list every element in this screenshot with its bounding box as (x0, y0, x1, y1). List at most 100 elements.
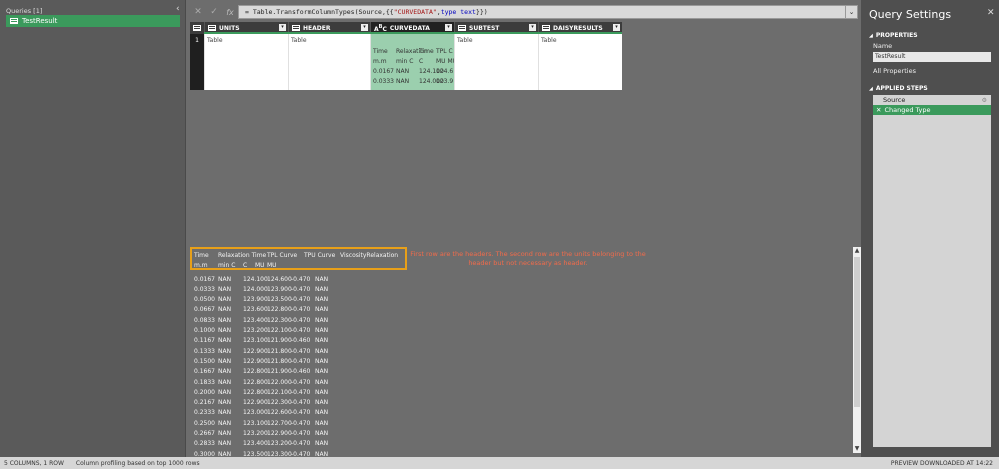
preview-cell: NAN (315, 275, 329, 283)
scroll-down-icon[interactable]: ▼ (853, 445, 861, 453)
preview-cell: NAN (315, 399, 329, 407)
query-item-testresult[interactable]: TestResult (6, 15, 180, 27)
column-header-label: HEADER (303, 24, 331, 32)
preview-cell: NAN (218, 275, 232, 283)
preview-cell: 0.1500 (194, 357, 215, 365)
nested-cell: MU MU (436, 57, 454, 65)
column-dropdown-icon[interactable]: ▾ (279, 24, 286, 31)
step-changed-type[interactable]: ✕ Changed Type (873, 105, 991, 115)
preview-cell: NAN (315, 409, 329, 417)
step-source[interactable]: Source ⚙ (873, 95, 991, 105)
preview-row: 0.2333 NAN 123.000 122.600 -0.470 NAN (194, 408, 335, 418)
preview-cell: NAN (315, 306, 329, 314)
formula-input[interactable]: = Table.TransformColumnTypes(Source,{{"C… (238, 5, 846, 19)
cell-curvedata[interactable]: TimeRelaxationTimeTPL Cm.mmin CCMU MU0.0… (370, 34, 454, 90)
preview-cell: 123.400 (243, 316, 268, 324)
preview-row: 0.2667 NAN 123.200 122.900 -0.470 NAN (194, 429, 335, 439)
scroll-thumb[interactable] (854, 257, 860, 407)
preview-scrollbar[interactable]: ▲ ▼ (853, 247, 861, 453)
table-icon (10, 18, 18, 24)
preview-cell: 0.1667 (194, 368, 215, 376)
all-properties-link[interactable]: All Properties (873, 67, 916, 75)
preview-row: 0.1333 NAN 122.900 121.800 -0.470 NAN (194, 346, 335, 356)
preview-cell: NAN (315, 419, 329, 427)
preview-cell: 0.2000 (194, 388, 215, 396)
preview-cell: NAN (315, 316, 329, 324)
preview-cell: -0.470 (291, 409, 311, 417)
nested-cell: 124.100 (419, 67, 444, 75)
preview-row: 0.2833 NAN 123.400 123.200 -0.470 NAN (194, 439, 335, 449)
preview-cell: 123.900 (267, 285, 292, 293)
column-dropdown-icon[interactable]: ▾ (529, 24, 536, 31)
nested-cell: Time (373, 47, 388, 55)
preview-cell: NAN (315, 430, 329, 437)
value-preview-pane: Time Relaxation Time TPL Curve TPU Curve Vis… (190, 245, 853, 458)
query-item-label: TestResult (22, 17, 58, 25)
nested-cell: Time (419, 47, 434, 55)
column-dropdown-icon[interactable]: ▾ (361, 24, 368, 31)
fx-icon[interactable]: fx (222, 8, 238, 17)
formula-suffix: }}) (475, 8, 488, 16)
preview-cell: NAN (315, 440, 329, 448)
column-header-label: CURVEDATA (389, 24, 430, 32)
annotation-line: First row are the headers. The second ro… (410, 250, 646, 258)
nested-cell: 123.9 (436, 77, 454, 85)
properties-section[interactable]: PROPERTIES (869, 32, 918, 39)
preview-cell: 124.600 (267, 275, 292, 283)
formula-keyword: type text (440, 8, 476, 16)
cell-units[interactable]: Table (204, 34, 288, 90)
column-dropdown-icon[interactable]: ▾ (613, 24, 620, 31)
formula-string: "CURVEDATA" (393, 8, 437, 16)
query-name-input[interactable]: TestResult (873, 52, 991, 62)
data-grid: UNITS ▾ HEADER ▾ ABC CURVEDATA ▾ SUBTEST… (190, 22, 622, 90)
nested-cell: min C (396, 57, 414, 65)
preview-cell: NAN (315, 327, 329, 334)
preview-cell: 0.1000 (194, 327, 215, 334)
preview-cell: 123.000 (243, 409, 268, 417)
name-label: Name (873, 42, 893, 50)
cell-header[interactable]: Table (288, 34, 370, 90)
applied-steps-list: Source ⚙ ✕ Changed Type (873, 95, 991, 447)
status-profiling[interactable]: Column profiling based on top 1000 rows (76, 460, 200, 467)
preview-cell: NAN (218, 337, 232, 345)
column-header-label: SUBTEST (469, 24, 500, 32)
header-highlight-box (190, 247, 407, 270)
preview-cell: NAN (218, 285, 232, 293)
preview-cell: 122.800 (243, 378, 268, 386)
table-menu-icon[interactable] (190, 22, 204, 34)
collapse-pane-icon[interactable]: ‹ (176, 4, 180, 14)
preview-cell: NAN (218, 419, 232, 427)
cell-subtest[interactable]: Table (454, 34, 538, 90)
scroll-up-icon[interactable]: ▲ (853, 247, 861, 255)
preview-cell: -0.470 (291, 327, 311, 334)
row-number[interactable]: 1 (190, 34, 204, 90)
table-type-icon (292, 25, 300, 31)
preview-cell: NAN (218, 430, 232, 437)
preview-cell: 0.0833 (194, 316, 215, 324)
gear-icon[interactable]: ⚙ (982, 97, 987, 104)
preview-row: 0.2167 NAN 122.900 122.300 -0.470 NAN (194, 398, 335, 408)
preview-cell: -0.470 (291, 378, 311, 386)
preview-cell: 124.100 (243, 275, 268, 283)
preview-cell: NAN (218, 440, 232, 448)
preview-cell: 121.800 (267, 347, 292, 355)
applied-steps-section[interactable]: APPLIED STEPS (869, 85, 928, 92)
preview-cell: NAN (315, 357, 329, 365)
close-icon[interactable]: ✕ (987, 8, 995, 18)
nested-row: 0.0167 NAN 124.100 124.6 (373, 66, 454, 76)
preview-cell: NAN (315, 337, 329, 345)
annotation-line: header but not necessary as header. (468, 259, 588, 267)
column-dropdown-icon[interactable]: ▾ (445, 24, 452, 31)
delete-step-icon[interactable]: ✕ (876, 106, 881, 114)
preview-cell: NAN (218, 347, 232, 355)
preview-row: 0.0833 NAN 123.400 122.300 -0.470 NAN (194, 315, 335, 325)
preview-cell: NAN (218, 357, 232, 365)
cell-daisyresults[interactable]: Table (538, 34, 622, 90)
expand-formula-icon[interactable]: ⌄ (846, 5, 858, 19)
preview-row: 0.1833 NAN 122.800 122.000 -0.470 NAN (194, 377, 335, 387)
formula-prefix: = Table.TransformColumnTypes(Source,{{ (245, 8, 394, 16)
commit-icon[interactable]: ✓ (206, 7, 222, 17)
cancel-icon[interactable]: ✕ (190, 7, 206, 17)
nested-cell: 0.0333 (373, 77, 394, 85)
status-columns: 5 COLUMNS, 1 ROW (4, 459, 64, 467)
